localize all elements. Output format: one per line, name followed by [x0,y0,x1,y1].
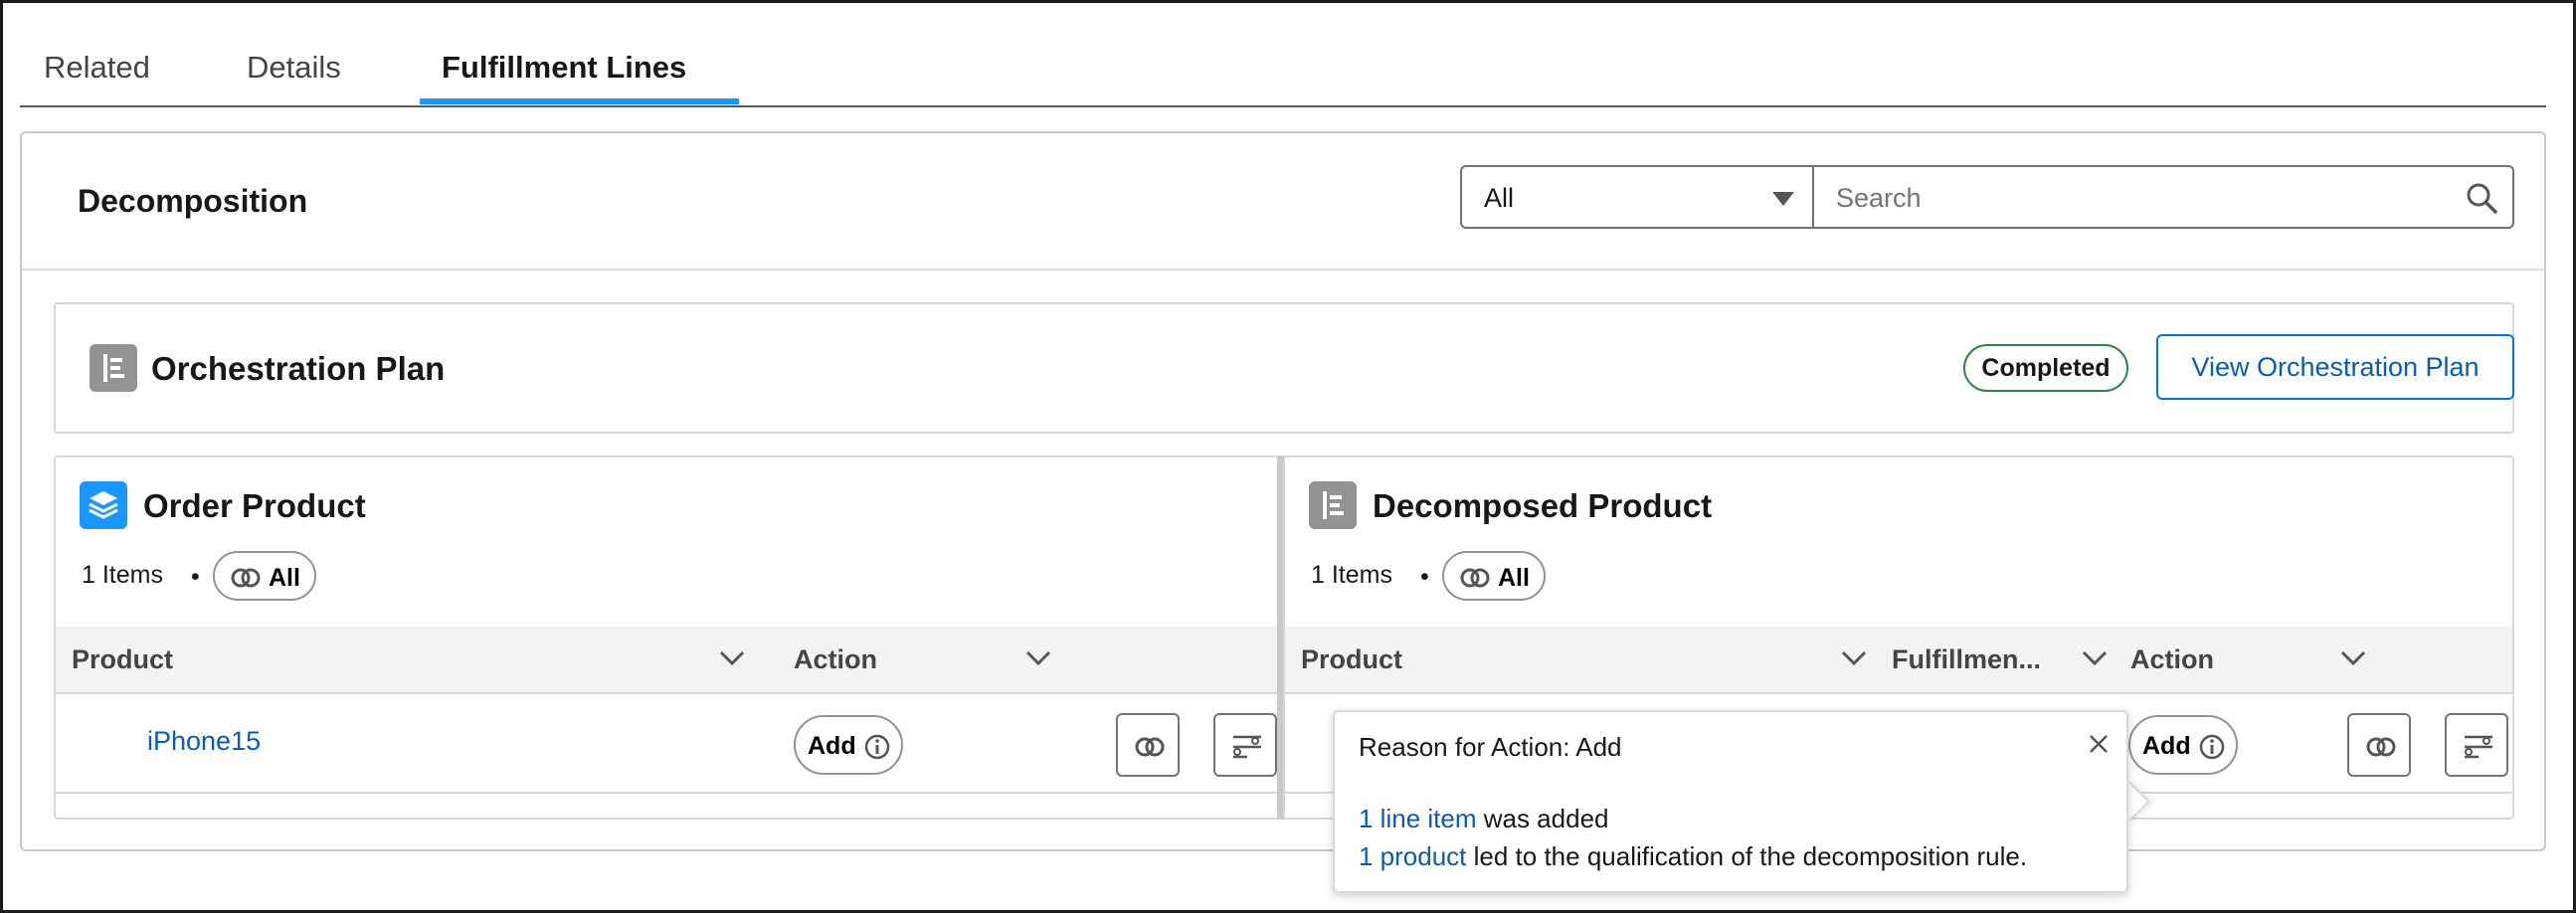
tab-fulfillment-lines[interactable]: Fulfillment Lines [442,50,686,105]
popover-line-1: 1 line item was added [1359,804,1608,834]
filter-lines-icon [1233,735,1261,759]
info-icon [2199,734,2225,760]
chevron-down-icon[interactable] [2339,648,2367,668]
column-header-product[interactable]: Product [72,644,173,675]
separator-dot: • [191,563,200,591]
search-input[interactable] [1836,179,2433,217]
link-icon [1135,737,1165,757]
separator-dot: • [1420,563,1429,591]
close-icon[interactable] [2083,728,2115,760]
column-header-action[interactable]: Action [2130,644,2214,675]
chevron-down-icon[interactable] [2081,648,2109,668]
relationship-button[interactable] [2347,713,2411,777]
panel-title: Order Product [143,487,366,524]
chevron-down-icon[interactable] [1840,648,1868,668]
panel-title: Decomposed Product [1373,487,1713,524]
filter-lines-icon [2465,735,2492,759]
table-header: Product Action [56,627,1277,694]
tab-bar: Related Details Fulfillment Lines [20,40,2546,107]
view-orchestration-plan-button[interactable]: View Orchestration Plan [2156,334,2514,400]
filter-lines-button[interactable] [1213,713,1277,777]
chevron-down-icon[interactable] [1024,648,1052,668]
product-link[interactable]: iPhone15 [147,726,261,757]
column-header-action[interactable]: Action [794,644,877,675]
status-badge: Completed [1963,344,2128,392]
item-count: 1 Items [1311,561,1392,589]
column-header-fulfillment[interactable]: Fulfillmen... [1892,644,2041,675]
info-icon [864,734,890,760]
card-title: Decomposition [78,183,308,219]
link-icon [231,568,261,588]
popover-title: Reason for Action: Add [1359,732,1622,762]
card-header: Decomposition All [22,133,2544,271]
filter-value: All [1484,183,1515,213]
tab-details[interactable]: Details [247,50,341,105]
popover-line-1-text: was added [1476,804,1609,833]
action-add-pill[interactable]: Add [2128,715,2238,775]
reason-popover: Reason for Action: Add 1 line item was a… [1333,710,2128,893]
product-count-link[interactable]: 1 product [1359,841,1466,871]
decomposition-card: Decomposition All Orchestration Plan Com… [20,131,2546,851]
all-label: All [269,564,300,592]
filter-select[interactable]: All [1460,165,1814,229]
link-icon [1460,568,1490,588]
all-filter-pill[interactable]: All [213,551,316,601]
search-icon[interactable] [2465,181,2498,215]
decomposed-product-icon [1309,481,1357,529]
tab-related[interactable]: Related [44,50,150,105]
column-header-product[interactable]: Product [1301,644,1402,675]
table-row: iPhone15 Add [56,696,1277,794]
dropdown-caret-icon [1772,192,1794,206]
plan-title: Orchestration Plan [151,350,446,387]
filter-lines-button[interactable] [2445,713,2508,777]
table-header: Product Fulfillmen... Action [1285,627,2512,694]
relationship-button[interactable] [1116,713,1180,777]
link-icon [2366,737,2396,757]
chevron-down-icon[interactable] [718,648,746,668]
action-label: Add [808,732,856,760]
all-filter-pill[interactable]: All [1442,551,1546,601]
popover-line-2: 1 product led to the qualification of th… [1359,841,2027,872]
order-product-panel: Order Product 1 Items • All Product Acti… [54,456,1279,820]
all-label: All [1498,564,1530,592]
action-label: Add [2142,732,2191,760]
item-count: 1 Items [82,561,163,589]
line-item-link[interactable]: 1 line item [1359,804,1477,833]
order-product-icon [80,481,127,529]
action-add-pill[interactable]: Add [794,715,903,775]
popover-line-2-text: led to the qualification of the decompos… [1466,841,2028,871]
active-tab-indicator [420,98,739,104]
search-box [1812,165,2514,229]
orchestration-plan-icon [90,344,137,392]
orchestration-plan-section: Orchestration Plan Completed View Orches… [54,302,2514,434]
